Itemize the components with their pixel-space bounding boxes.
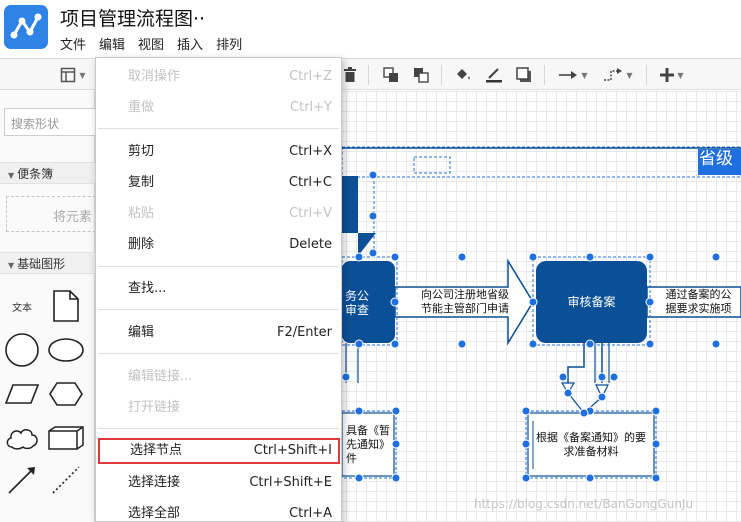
toolbar-separator — [646, 65, 647, 85]
paint-bucket-icon — [457, 69, 470, 80]
toolbar-separator — [544, 65, 545, 85]
menu-item-delete[interactable]: 删除 Delete — [96, 232, 341, 258]
header-label[interactable]: 省级 — [699, 151, 733, 168]
connector-down-left[interactable] — [567, 343, 585, 383]
menu-separator — [98, 428, 339, 429]
menu-item-undo[interactable]: 取消操作 Ctrl+Z — [96, 64, 341, 90]
circle-shape-icon — [5, 333, 39, 367]
menu-item-select-all[interactable]: 选择全部 Ctrl+A — [96, 501, 341, 521]
menu-item-cut[interactable]: 剪切 Ctrl+X — [96, 139, 341, 165]
menu-item-find[interactable]: 查找... — [96, 276, 341, 302]
bring-to-front-icon — [383, 67, 398, 82]
dashed-line-icon — [52, 466, 80, 494]
shape-cube[interactable] — [46, 421, 86, 455]
shadow-button[interactable] — [513, 64, 535, 86]
menu-item-redo[interactable]: 重做 Ctrl+Y — [96, 95, 341, 121]
menu-separator — [98, 309, 339, 310]
shape-arrow-line[interactable] — [2, 463, 42, 497]
shape-cloud[interactable] — [2, 421, 42, 455]
basic-shapes-header[interactable]: ▼ 基础图形 — [0, 252, 95, 274]
shape-ellipse[interactable] — [46, 333, 86, 367]
shadow-icon — [516, 67, 531, 82]
line-type-button[interactable]: ▼ — [555, 64, 591, 86]
chevron-down-icon: ▼ — [677, 70, 684, 80]
delete-button[interactable] — [340, 64, 360, 86]
arrow-2-label[interactable]: 通过备案的公 据要求实施项 — [656, 288, 741, 316]
shape-hexagon[interactable] — [46, 377, 86, 411]
chevron-down-icon: ▼ — [79, 70, 86, 80]
watermark-text: https://blog.csdn.net/BanGongGunJu — [474, 497, 694, 511]
to-back-button[interactable] — [410, 64, 432, 86]
shape-document[interactable] — [46, 289, 86, 323]
app-logo-icon[interactable] — [4, 5, 48, 49]
shape-text[interactable]: 文本 — [2, 289, 42, 323]
toolbar-separator — [441, 65, 442, 85]
document-title[interactable]: 项目管理流程图·· — [60, 4, 205, 31]
cloud-shape-icon — [6, 429, 38, 450]
toolbar-separator — [368, 65, 369, 85]
menu-item-open-link[interactable]: 打开链接 — [96, 395, 341, 421]
menu-arrange[interactable]: 排列 — [216, 34, 242, 53]
shape-circle[interactable] — [2, 333, 42, 367]
pen-icon — [486, 68, 502, 83]
app-header: 项目管理流程图·· 文件 编辑 视图 插入 排列 — [0, 0, 741, 58]
document-shape-icon — [53, 290, 79, 322]
arrow-line-icon — [8, 467, 35, 494]
menu-view[interactable]: 视图 — [138, 34, 164, 53]
send-to-back-icon — [414, 68, 429, 83]
menu-separator — [98, 128, 339, 129]
menu-item-paste[interactable]: 粘贴 Ctrl+V — [96, 201, 341, 227]
shape-dashed-line[interactable] — [46, 463, 86, 497]
scratchpad-header[interactable]: ▼ 便条簿 — [0, 162, 95, 184]
parallelogram-shape-icon — [4, 384, 40, 404]
triangle-down-icon: ▼ — [8, 171, 15, 180]
menu-item-select-vertices[interactable]: 选择节点 Ctrl+Shift+I — [98, 438, 340, 464]
arrow-1-label[interactable]: 向公司注册地省级 节能主管部门申请 — [401, 288, 529, 316]
elbow-connector-icon — [604, 68, 623, 81]
cube-shape-icon — [48, 426, 84, 450]
node-review-label[interactable]: 审核备案 — [536, 295, 647, 309]
to-front-button[interactable] — [380, 64, 402, 86]
menu-separator — [98, 266, 339, 267]
fill-color-button[interactable] — [452, 64, 474, 86]
ellipse-shape-icon — [48, 338, 84, 362]
triangle-down-icon: ▼ — [8, 261, 15, 270]
panel-layout-icon — [61, 67, 76, 83]
chevron-down-icon: ▼ — [626, 70, 633, 80]
hexagon-shape-icon — [49, 382, 83, 406]
note-left-label[interactable]: 具备《暂 先通知》 件 — [342, 424, 394, 466]
scratchpad-drop-zone[interactable]: 将元素 — [6, 196, 106, 232]
menu-item-copy[interactable]: 复制 Ctrl+C — [96, 170, 341, 196]
line-color-button[interactable] — [483, 64, 505, 86]
edit-menu-dropdown: 取消操作 Ctrl+Z 重做 Ctrl+Y 剪切 Ctrl+X 复制 Ctrl+… — [95, 57, 342, 522]
node-left-label[interactable]: 务公 审查 — [342, 289, 372, 317]
panel-layout-button[interactable]: ▼ — [56, 64, 90, 86]
plus-icon — [660, 68, 675, 82]
chevron-down-icon: ▼ — [581, 70, 588, 80]
header-band[interactable] — [341, 146, 741, 178]
menu-bar: 文件 编辑 视图 插入 排列 — [60, 34, 242, 53]
menu-item-select-edges[interactable]: 选择连接 Ctrl+Shift+E — [96, 470, 341, 496]
connector-style-button[interactable]: ▼ — [600, 64, 636, 86]
shape-parallelogram[interactable] — [2, 377, 42, 411]
shape-sidebar: 搜索形状 ▼ 便条簿 将元素 ▼ 基础图形 文本 — [0, 91, 106, 522]
menu-separator — [98, 353, 339, 354]
dashed-selection-box[interactable] — [413, 156, 451, 174]
menu-item-edit[interactable]: 编辑 F2/Enter — [96, 320, 341, 346]
arrow-right-icon — [559, 71, 578, 79]
menu-file[interactable]: 文件 — [60, 34, 86, 53]
menu-insert[interactable]: 插入 — [177, 34, 203, 53]
menu-edit[interactable]: 编辑 — [99, 34, 125, 53]
menu-item-edit-link[interactable]: 编辑链接... — [96, 364, 341, 390]
note-right-label[interactable]: 根据《备案通知》的要 求准备材料 — [528, 431, 654, 459]
trash-icon — [344, 67, 356, 82]
shape-search-input[interactable]: 搜索形状 — [4, 108, 104, 136]
insert-button[interactable]: ▼ — [655, 64, 689, 86]
